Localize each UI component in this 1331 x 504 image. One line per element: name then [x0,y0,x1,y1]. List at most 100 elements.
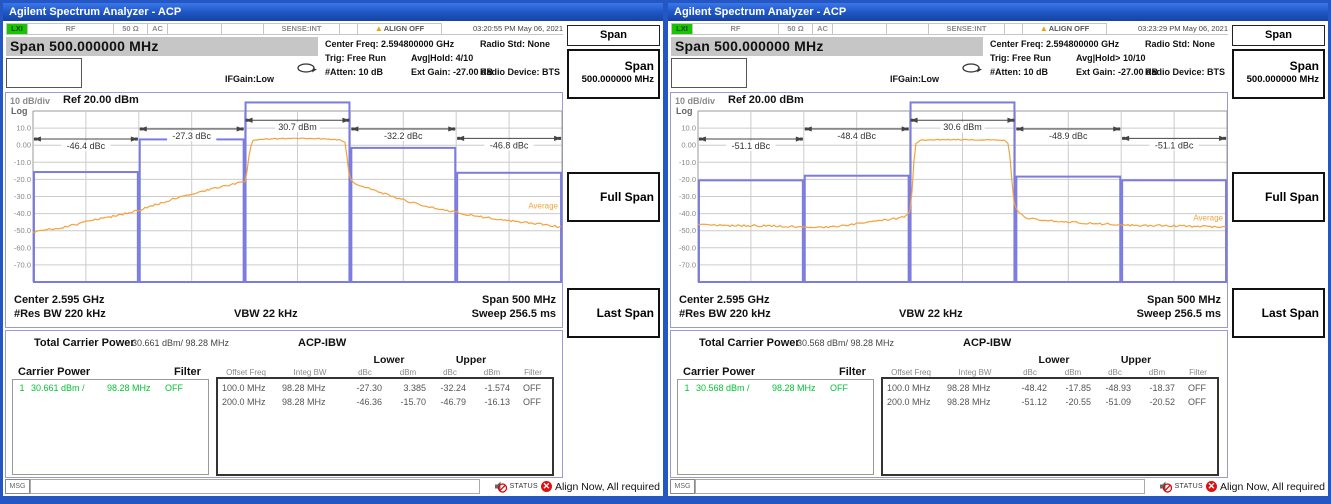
align-off-label: ALIGN OFF [1049,24,1089,33]
svg-text:-50.0: -50.0 [679,226,696,235]
message-area [30,479,480,494]
svg-text:Average: Average [528,201,558,210]
measurement-mode-label: ACP-IBW [963,337,1011,349]
softkey-full-span[interactable]: Full Span [1232,172,1325,222]
softkey-full-span[interactable]: Full Span [567,172,660,222]
col-header: dBm [1051,368,1095,377]
svg-text:-20.0: -20.0 [14,175,31,184]
align-off-label: ALIGN OFF [384,24,424,33]
softkey-last-span[interactable]: Last Span [1232,288,1325,338]
upper-dbc: -46.79 [430,397,470,407]
svg-text:-10.0: -10.0 [14,158,31,167]
filter-value: OFF [1179,383,1215,393]
carrier-power-value: 30.568 dBm / [696,383,772,393]
active-function-readout[interactable]: Span 500.000000 MHz [6,37,318,56]
align-off-warning: ▲ALIGN OFF [358,23,442,35]
svg-text:-30.0: -30.0 [679,192,696,201]
carrier-index: 1 [13,383,31,393]
lower-dbm: -17.85 [1051,383,1095,393]
total-carrier-power-value: 30.661 dBm/ 98.28 MHz [132,338,229,348]
offset-freq: 200.0 MHz [883,397,941,407]
lxi-badge: LXI [671,23,693,35]
softkey-span[interactable]: Span 500.000000 MHz [1232,49,1325,99]
col-header: Integ BW [276,368,344,377]
filter-value: OFF [1179,397,1215,407]
lower-dbc: -27.30 [344,383,386,393]
carrier-row: 1 30.568 dBm / 98.28 MHz OFF [678,380,873,393]
svg-text:Average: Average [1193,213,1223,222]
integ-bw: 98.28 MHz [276,397,344,407]
offset-results-table: 100.0 MHz 98.28 MHz -48.42 -17.85 -48.93… [881,377,1219,476]
lower-dbm: -15.70 [386,397,430,407]
carrier-filter-value: OFF [165,383,199,393]
annunciator-blank [887,23,929,35]
table-row: 200.0 MHz 98.28 MHz -51.12 -20.55 -51.09… [883,393,1217,407]
warning-icon: ▲ [375,24,383,33]
offset-freq: 200.0 MHz [218,397,276,407]
svg-text:-10.0: -10.0 [679,158,696,167]
carrier-row: 1 30.661 dBm / 98.28 MHz OFF [13,380,208,393]
svg-text:-60.0: -60.0 [679,243,696,252]
offset-table-headers: Offset Freq Integ BW dBc dBm dBc dBm Fil… [881,368,1217,377]
softkey-span-value: 500.000000 MHz [569,74,654,85]
upper-dbm: -16.13 [470,397,514,407]
lower-group-header: Lower [1011,354,1097,366]
res-bw-label: #Res BW 220 kHz [14,308,106,320]
spectrum-window: 10.00.00-10.0-20.0-30.0-40.0-50.0-60.0-7… [670,92,1228,328]
radio-std-readout: Radio Std: None [1145,39,1215,49]
scale-label: 10 dB/div [10,96,50,106]
col-header: Integ BW [941,368,1009,377]
measurement-mode-label: ACP-IBW [298,337,346,349]
annunciator-blank [222,23,264,35]
softkey-last-span[interactable]: Last Span [567,288,660,338]
spectrum-chart: 10.00.00-10.0-20.0-30.0-40.0-50.0-60.0-7… [6,93,564,289]
analyzer-panel: Agilent Spectrum Analyzer - ACP LXI RF 5… [3,3,663,496]
continuous-sweep-icon [960,62,982,74]
annunciator-impedance: 50 Ω [114,23,148,35]
table-row: 100.0 MHz 98.28 MHz -48.42 -17.85 -48.93… [883,379,1217,393]
status-bar: MSG STATUS ✕ Align Now, All required [668,479,1328,495]
ifgain-label: IFGain:Low [225,74,274,84]
status-group: STATUS ✕ Align Now, All required [494,479,660,494]
span-label: Span 500 MHz [482,294,556,306]
annunciator-blank [168,23,222,35]
title-bar: Agilent Spectrum Analyzer - ACP [3,3,663,21]
mute-speaker-icon [1159,480,1172,493]
error-icon: ✕ [541,481,552,492]
filter-header: Filter [174,366,201,378]
lower-dbc: -46.36 [344,397,386,407]
timestamp: 03:23:29 PM May 06, 2021 [1107,23,1228,35]
filter-value: OFF [514,397,550,407]
annunciator-bar: LXI RF 50 Ω AC SENSE:INT ▲ALIGN OFF 03:2… [6,23,563,36]
softkey-span[interactable]: Span 500.000000 MHz [567,49,660,99]
radio-device-readout: Radio Device: BTS [480,67,560,77]
results-window: Total Carrier Power 30.661 dBm/ 98.28 MH… [5,330,563,478]
center-label: Center 2.595 GHz [14,294,104,306]
integ-bw: 98.28 MHz [941,383,1009,393]
active-function-readout[interactable]: Span 500.000000 MHz [671,37,983,56]
lower-dbc: -48.42 [1009,383,1051,393]
trigger-readout: Trig: Free Run [325,53,386,63]
upper-dbm: -20.52 [1135,397,1179,407]
avg-hold-readout: Avg|Hold: 4/10 [411,53,473,63]
col-header: Filter [514,368,552,377]
ifgain-label: IFGain:Low [890,74,939,84]
table-row: 100.0 MHz 98.28 MHz -27.30 3.385 -32.24 … [218,379,552,393]
settings-block: Span 500.000000 MHz IFGain:Low Center Fr… [668,36,1228,90]
svg-text:-48.9 dBc: -48.9 dBc [1049,131,1088,141]
offset-freq: 100.0 MHz [218,383,276,393]
title-bar: Agilent Spectrum Analyzer - ACP [668,3,1328,21]
annunciator-coupling: AC [148,23,168,35]
annunciator-sense: SENSE:INT [929,23,1005,35]
total-carrier-power-label: Total Carrier Power [699,337,800,349]
span-label: Span 500 MHz [1147,294,1221,306]
softkey-menu-title: Span [567,25,660,46]
atten-readout: #Atten: 10 dB [990,67,1048,77]
status-bar: MSG STATUS ✕ Align Now, All required [3,479,663,495]
window-title: Agilent Spectrum Analyzer - ACP [9,6,181,18]
center-label: Center 2.595 GHz [679,294,769,306]
vbw-label: VBW 22 kHz [234,308,298,320]
upper-group-header: Upper [1095,354,1177,366]
atten-readout: #Atten: 10 dB [325,67,383,77]
annunciator-rf: RF [693,23,779,35]
